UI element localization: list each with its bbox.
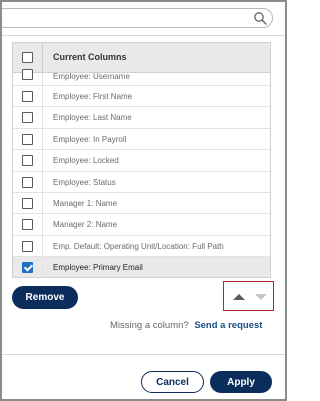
footer-divider <box>2 354 285 355</box>
apply-button[interactable]: Apply <box>210 371 272 393</box>
row-checkbox-cell <box>13 192 43 214</box>
row-checkbox[interactable] <box>22 155 33 167</box>
column-picker-dialog: Current Columns Employee: Username Employ… <box>0 0 287 401</box>
row-checkbox-cell <box>13 235 43 257</box>
row-checkbox[interactable] <box>22 91 33 102</box>
list-item[interactable]: Emp. Default: Operating Unit/Location: F… <box>13 235 270 258</box>
search-input[interactable] <box>2 8 273 28</box>
row-checkbox-cell <box>13 107 43 128</box>
list-item[interactable]: Employee: First Name <box>13 86 270 108</box>
current-columns-grid: Current Columns Employee: Username Employ… <box>12 42 271 278</box>
remove-button[interactable]: Remove <box>12 286 78 309</box>
row-checkbox-cell <box>13 69 43 85</box>
list-item[interactable]: Employee: Locked <box>13 150 270 172</box>
row-checkbox[interactable] <box>22 112 33 124</box>
column-list: Employee: Username Employee: First Name Em… <box>13 69 270 277</box>
column-header-title: Current Columns <box>53 52 127 62</box>
list-item[interactable]: Employee: Primary Email <box>13 257 270 277</box>
column-label: Manager 1: Name <box>53 198 118 208</box>
list-item[interactable]: Employee: Last Name <box>13 107 270 129</box>
row-checkbox[interactable] <box>22 133 33 145</box>
row-checkbox[interactable] <box>22 240 33 252</box>
row-checkbox-cell <box>13 214 43 235</box>
move-down-icon[interactable] <box>255 294 267 300</box>
column-label: Employee: Last Name <box>53 113 132 123</box>
list-item[interactable]: Employee: In Payroll <box>13 128 270 151</box>
column-label: Employee: Primary Email <box>53 263 143 273</box>
column-label: Manager 2: Name <box>53 220 118 230</box>
list-item[interactable]: Employee: Status <box>13 171 270 193</box>
search-icon[interactable] <box>253 11 268 26</box>
send-request-link[interactable]: Send a request <box>194 320 262 331</box>
column-label: Emp. Default: Operating Unit/Location: F… <box>53 241 224 251</box>
row-checkbox[interactable] <box>22 69 33 80</box>
row-checkbox-cell <box>13 257 43 277</box>
select-all-checkbox[interactable] <box>22 52 33 63</box>
grid-header: Current Columns <box>13 43 270 73</box>
row-checkbox-cell <box>13 86 43 107</box>
column-label: Employee: First Name <box>53 92 133 101</box>
column-label: Employee: In Payroll <box>53 134 127 144</box>
list-item[interactable]: Employee: Username <box>13 69 270 86</box>
row-checkbox[interactable] <box>22 219 33 231</box>
row-checkbox[interactable] <box>22 262 33 274</box>
column-label: Employee: Locked <box>53 156 119 166</box>
column-label: Employee: Status <box>53 177 116 187</box>
row-checkbox-cell <box>13 128 43 150</box>
list-item[interactable]: Manager 2: Name <box>13 214 270 236</box>
move-up-icon[interactable] <box>233 294 245 300</box>
row-checkbox[interactable] <box>22 176 33 188</box>
reorder-controls <box>223 281 274 311</box>
missing-column-text: Missing a column? <box>110 320 189 331</box>
row-checkbox-cell <box>13 171 43 192</box>
row-checkbox-cell <box>13 150 43 171</box>
row-checkbox[interactable] <box>22 197 33 209</box>
list-item[interactable]: Manager 1: Name <box>13 192 270 215</box>
cancel-button[interactable]: Cancel <box>141 371 204 393</box>
missing-column-note: Missing a column? Send a request <box>110 320 262 331</box>
top-divider <box>2 35 285 36</box>
column-label: Employee: Username <box>53 72 130 81</box>
